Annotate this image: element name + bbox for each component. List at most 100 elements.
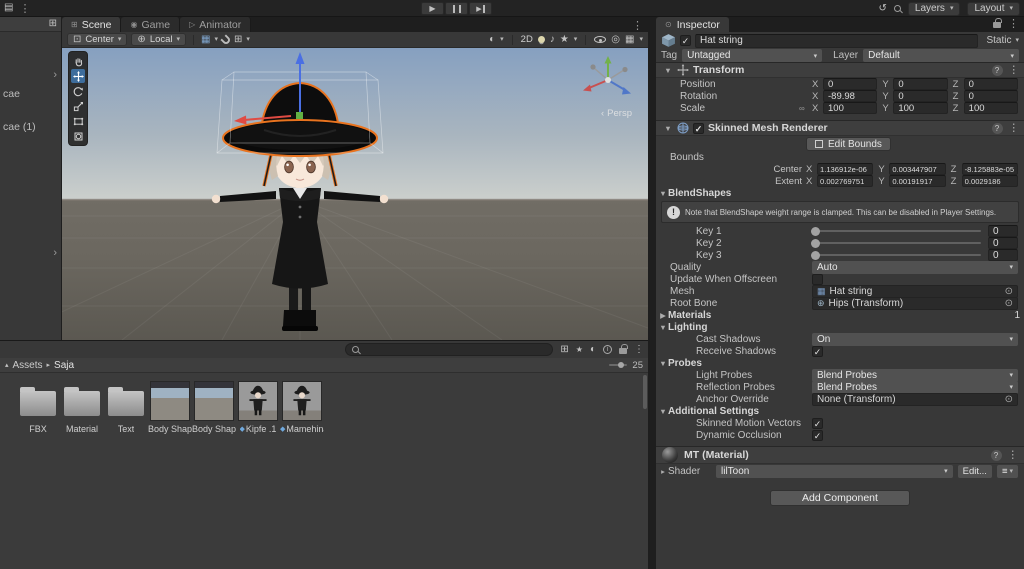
- center-z-field[interactable]: -8.125883e-05: [961, 163, 1018, 175]
- asset-item[interactable]: FBX: [16, 381, 60, 434]
- skinned-mesh-renderer-header[interactable]: ▼ ✓ Skinned Mesh Renderer ? ⋮: [656, 120, 1024, 136]
- help-icon[interactable]: ?: [990, 449, 1002, 461]
- object-picker-icon[interactable]: ⊙: [1005, 286, 1013, 297]
- foldout-chevron-icon[interactable]: ›: [53, 248, 57, 259]
- camera-settings-icon[interactable]: ◎: [611, 34, 620, 45]
- transform-tool[interactable]: [71, 129, 85, 143]
- lighting-toggle-icon[interactable]: [537, 36, 545, 43]
- breadcrumb-assets[interactable]: Assets: [13, 360, 43, 371]
- pivot-mode-dropdown[interactable]: ⊡ Center ▾: [67, 33, 128, 46]
- asset-item[interactable]: Body Shap...: [192, 381, 236, 434]
- rotation-z-field[interactable]: 0: [963, 90, 1018, 102]
- tag-dropdown[interactable]: Untagged ▾: [682, 49, 823, 62]
- hierarchy-item[interactable]: cae: [0, 86, 61, 102]
- anchor-override-field[interactable]: None (Transform) ⊙: [812, 392, 1018, 406]
- asset-item[interactable]: Body Shap...: [148, 381, 192, 434]
- blendshapes-foldout[interactable]: ▼ BlendShapes: [656, 187, 1024, 199]
- additional-settings-foldout[interactable]: ▼ Additional Settings: [656, 405, 1024, 417]
- gizmos-icon[interactable]: ▦: [625, 34, 634, 45]
- key3-value-field[interactable]: 0: [988, 249, 1018, 261]
- breadcrumb-folder[interactable]: Saja: [54, 360, 74, 371]
- foldout-icon[interactable]: ▼: [663, 66, 673, 75]
- foldout-icon[interactable]: ▸: [658, 467, 668, 476]
- key2-slider[interactable]: [811, 238, 981, 248]
- shader-menu-button[interactable]: ≡ ▾: [996, 464, 1018, 478]
- scene-viewport[interactable]: ‹ Persp: [62, 48, 648, 340]
- slider-handle[interactable]: [811, 226, 820, 236]
- play-button[interactable]: ▶: [421, 2, 444, 15]
- key3-slider[interactable]: [811, 250, 981, 260]
- help-icon[interactable]: ?: [991, 64, 1003, 76]
- grid-view-icon[interactable]: ⊞: [560, 344, 568, 355]
- more-icon[interactable]: ⋮: [19, 2, 30, 15]
- extent-y-field[interactable]: 0.00191917: [889, 175, 946, 187]
- collapse-icon[interactable]: ▴: [5, 362, 9, 369]
- lock-icon[interactable]: [993, 18, 1002, 28]
- asset-item[interactable]: Text: [104, 381, 148, 434]
- asset-item[interactable]: ◆ Kipfe .1: [236, 381, 280, 434]
- hand-tool[interactable]: [71, 54, 85, 68]
- handle-orientation-dropdown[interactable]: ⊕ Local ▾: [131, 33, 187, 46]
- scale-y-field[interactable]: 100: [893, 102, 948, 114]
- menu-icon[interactable]: ⋮: [1009, 122, 1020, 134]
- layer-dropdown[interactable]: Default ▾: [863, 49, 1019, 62]
- position-z-field[interactable]: 0: [963, 78, 1018, 90]
- rotation-y-field[interactable]: 0: [893, 90, 948, 102]
- rect-tool[interactable]: [71, 114, 85, 128]
- pause-button[interactable]: [445, 2, 468, 15]
- tab-menu-icon[interactable]: ⋮: [627, 19, 648, 32]
- shader-edit-button[interactable]: Edit...: [957, 464, 992, 478]
- material-header[interactable]: MT (Material) ? ⋮: [656, 446, 1024, 464]
- search-input[interactable]: [345, 343, 553, 356]
- favorites-icon[interactable]: ★: [576, 345, 583, 354]
- menu-icon[interactable]: ⋮: [1008, 17, 1019, 30]
- projection-mode[interactable]: ‹ Persp: [601, 108, 632, 119]
- 2d-toggle[interactable]: 2D: [521, 34, 533, 45]
- foldout-icon[interactable]: ▼: [663, 124, 673, 133]
- gameobject-name-field[interactable]: Hat string: [695, 33, 979, 48]
- probes-foldout[interactable]: ▼ Probes: [656, 357, 1024, 369]
- add-component-button[interactable]: Add Component: [770, 490, 910, 506]
- hierarchy-item[interactable]: cae (1): [0, 119, 61, 135]
- window-menu-icon[interactable]: ▤: [4, 3, 13, 13]
- tab-game[interactable]: ◉ Game: [121, 17, 181, 32]
- orientation-gizmo[interactable]: [576, 54, 640, 106]
- object-picker-icon[interactable]: ⊙: [1005, 298, 1013, 309]
- edit-bounds-button[interactable]: Edit Bounds: [806, 137, 891, 151]
- menu-icon[interactable]: ⋮: [634, 344, 644, 355]
- history-icon[interactable]: ↺: [879, 3, 887, 14]
- preview-icon[interactable]: ◐: [590, 344, 596, 355]
- position-x-field[interactable]: 0: [823, 78, 878, 90]
- thumbnail-size-slider[interactable]: [609, 361, 628, 368]
- position-y-field[interactable]: 0: [893, 78, 948, 90]
- center-x-field[interactable]: 1.136912e-06: [817, 163, 874, 175]
- scale-link-icon[interactable]: ∞: [799, 104, 805, 113]
- help-icon[interactable]: ?: [991, 122, 1003, 134]
- grid-visibility-icon[interactable]: ▦: [201, 34, 210, 45]
- audio-toggle-icon[interactable]: ♪: [550, 34, 555, 45]
- receive-shadows-checkbox[interactable]: ✓: [812, 345, 823, 357]
- scene-visibility-icon[interactable]: [594, 36, 607, 43]
- rotation-x-field[interactable]: -89.98: [823, 90, 878, 102]
- shading-mode-icon[interactable]: ◐: [489, 34, 495, 45]
- effects-toggle-icon[interactable]: ★: [560, 34, 569, 45]
- hierarchy-header-icon[interactable]: ⊞: [49, 19, 57, 29]
- character-model[interactable]: [150, 50, 450, 338]
- materials-foldout[interactable]: ▶ Materials 1: [656, 309, 1024, 321]
- move-tool[interactable]: [71, 69, 85, 83]
- foldout-chevron-icon[interactable]: ›: [53, 70, 57, 81]
- key1-value-field[interactable]: 0: [988, 225, 1018, 237]
- asset-item[interactable]: ◆Mamehina...: [280, 381, 324, 434]
- static-dropdown-icon[interactable]: ▾: [1015, 37, 1019, 44]
- step-button[interactable]: ▶: [469, 2, 492, 15]
- scale-z-field[interactable]: 100: [963, 102, 1018, 114]
- component-enabled-checkbox[interactable]: ✓: [693, 122, 704, 134]
- transform-component-header[interactable]: ▼ Transform ? ⋮: [656, 62, 1024, 78]
- object-picker-icon[interactable]: ⊙: [1005, 394, 1013, 405]
- lighting-foldout[interactable]: ▼ Lighting: [656, 321, 1024, 333]
- menu-icon[interactable]: ⋮: [1009, 64, 1020, 76]
- snap-increment-icon[interactable]: ⊞: [234, 34, 242, 45]
- scrollbar-thumb[interactable]: [643, 375, 647, 409]
- layers-dropdown[interactable]: Layers ▾: [907, 1, 961, 16]
- search-icon[interactable]: [893, 5, 901, 12]
